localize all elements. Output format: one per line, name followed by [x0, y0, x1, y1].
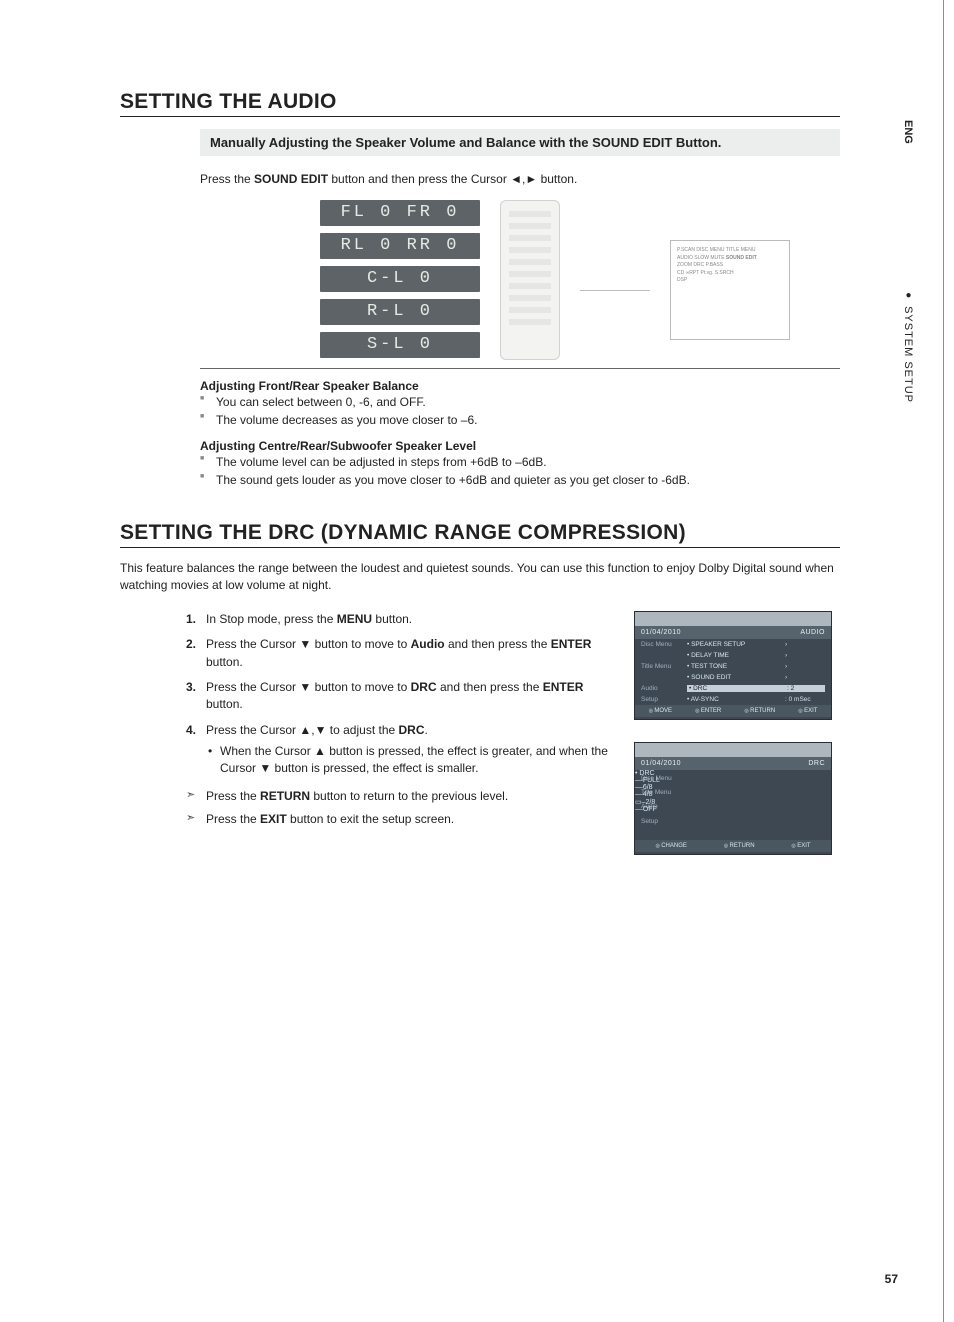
sound-edit-subhead: Manually Adjusting the Speaker Volume an…: [200, 129, 840, 156]
sound-edit-instruction: Press the SOUND EDIT button and then pre…: [200, 172, 840, 186]
text: button and then press the Cursor ◄,► but…: [328, 172, 577, 186]
text: Press the: [200, 172, 254, 186]
section-tab: ● SYSTEM SETUP: [902, 290, 914, 403]
divider: [120, 116, 840, 117]
step-4-sub-bullet: When the Cursor ▲ button is pressed, the…: [186, 743, 616, 777]
osd-date: 01/04/2010: [641, 760, 681, 767]
bullet-item: The sound gets louder as you move closer…: [200, 471, 840, 489]
page-edge: [943, 0, 944, 1322]
bullet-item: The volume decreases as you move closer …: [200, 411, 840, 429]
section-tab-label: SYSTEM SETUP: [902, 306, 914, 403]
display-fl-fr: FL 0 FR 0: [320, 200, 480, 226]
front-rear-balance-head: Adjusting Front/Rear Speaker Balance: [200, 379, 840, 393]
osd-date: 01/04/2010: [641, 629, 681, 636]
divider: [120, 547, 840, 548]
step-3: 3.Press the Cursor ▼ button to move to D…: [186, 679, 616, 714]
exit-hint: Press the EXIT button to exit the setup …: [186, 810, 616, 829]
divider: [200, 368, 840, 369]
centre-rear-sub-head: Adjusting Centre/Rear/Subwoofer Speaker …: [200, 439, 840, 453]
text-bold: SOUND EDIT: [254, 172, 328, 186]
setting-drc-title: SETTING THE DRC (DYNAMIC RANGE COMPRESSI…: [120, 521, 840, 545]
setting-audio-title: SETTING THE AUDIO: [120, 90, 840, 114]
osd-audio-menu: 01/04/2010AUDIO Disc Menu• SPEAKER SETUP…: [634, 611, 832, 720]
step-1: 1.In Stop mode, press the MENU button.: [186, 611, 616, 628]
bullet-item: The volume level can be adjusted in step…: [200, 453, 840, 471]
osd-drc-menu: 01/04/2010DRC Disc Menu Title Menu Audio…: [634, 742, 832, 855]
language-tab: ENG: [902, 120, 914, 144]
osd-title: DRC: [808, 760, 825, 767]
drc-steps-list: 1.In Stop mode, press the MENU button. 2…: [186, 611, 616, 739]
step-4: 4.Press the Cursor ▲,▼ to adjust the DRC…: [186, 722, 616, 739]
remote-illustration: [500, 200, 560, 360]
osd-title: AUDIO: [800, 629, 825, 636]
return-hint: Press the RETURN button to return to the…: [186, 787, 616, 806]
bullet-item: You can select between 0, -6, and OFF.: [200, 393, 840, 411]
display-readout-group: FL 0 FR 0 RL 0 RR 0 C-L 0 R-L 0 S-L 0 P.…: [320, 200, 840, 360]
display-rl-rr: RL 0 RR 0: [320, 233, 480, 259]
page-number: 57: [885, 1272, 898, 1286]
step-2: 2.Press the Cursor ▼ button to move to A…: [186, 636, 616, 671]
remote-button-callout: P.SCAN DISC MENU TITLE MENU AUDIO SLOW M…: [670, 240, 790, 340]
display-s-l: S-L 0: [320, 332, 480, 358]
display-r-l: R-L 0: [320, 299, 480, 325]
front-rear-balance-block: Adjusting Front/Rear Speaker Balance You…: [200, 379, 840, 489]
callout-connector: [580, 290, 650, 291]
drc-description: This feature balances the range between …: [120, 560, 840, 595]
display-c-l: C-L 0: [320, 266, 480, 292]
